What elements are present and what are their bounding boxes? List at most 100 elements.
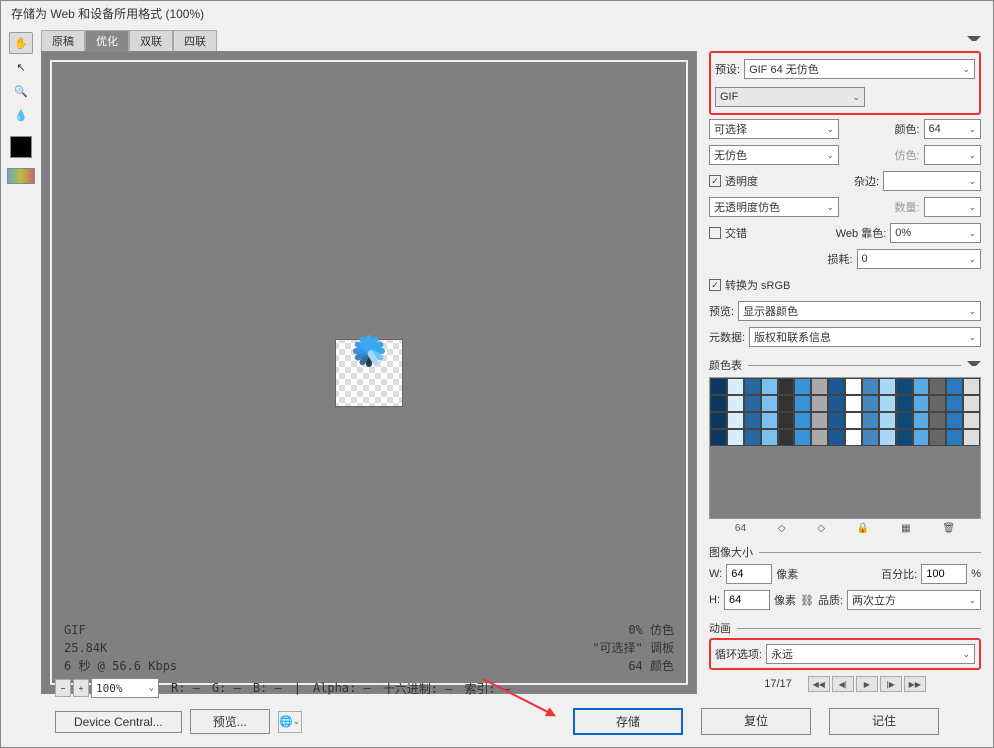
color-swatch[interactable]: [845, 378, 862, 395]
zoom-out-button[interactable]: −: [55, 679, 71, 697]
ct-trash-icon[interactable]: 🗑: [942, 523, 955, 534]
preview-button[interactable]: 预览...: [190, 709, 270, 734]
color-swatch[interactable]: [896, 429, 913, 446]
height-input[interactable]: [724, 590, 770, 610]
metadata-select[interactable]: 版权和联系信息⌄: [749, 327, 981, 347]
format-select[interactable]: GIF⌄: [715, 87, 865, 107]
loop-select[interactable]: 永远⌄: [766, 644, 975, 664]
color-swatch[interactable]: [727, 378, 744, 395]
save-button[interactable]: 存储: [573, 708, 683, 735]
ct-icon-2[interactable]: ◇: [817, 523, 825, 534]
color-swatch[interactable]: [913, 412, 930, 429]
color-swatch[interactable]: [913, 395, 930, 412]
color-swatch[interactable]: [862, 395, 879, 412]
width-input[interactable]: [726, 564, 772, 584]
color-swatch[interactable]: [946, 395, 963, 412]
color-swatch[interactable]: [963, 395, 980, 412]
srgb-checkbox[interactable]: ✓: [709, 279, 721, 291]
color-swatch[interactable]: [828, 412, 845, 429]
color-swatch[interactable]: [710, 412, 727, 429]
color-swatch[interactable]: [710, 429, 727, 446]
color-swatch[interactable]: [710, 395, 727, 412]
color-swatch[interactable]: [811, 429, 828, 446]
ct-icon-1[interactable]: ◇: [778, 523, 786, 534]
color-swatch[interactable]: [811, 378, 828, 395]
zoom-tool[interactable]: 🔍: [9, 80, 33, 102]
percent-input[interactable]: [921, 564, 967, 584]
color-swatch[interactable]: [896, 378, 913, 395]
color-swatch[interactable]: [879, 412, 896, 429]
color-swatch[interactable]: [929, 412, 946, 429]
color-swatch[interactable]: [963, 429, 980, 446]
transparency-dither-select[interactable]: 无透明度仿色⌄: [709, 197, 839, 217]
color-swatch[interactable]: [879, 395, 896, 412]
color-swatch[interactable]: [778, 395, 795, 412]
lossy-input[interactable]: 0⌄: [857, 249, 981, 269]
color-swatch[interactable]: [727, 395, 744, 412]
color-swatch[interactable]: [946, 429, 963, 446]
reset-button[interactable]: 复位: [701, 708, 811, 735]
slice-select-tool[interactable]: ↖: [9, 56, 33, 78]
matte-select[interactable]: ⌄: [883, 171, 981, 191]
colortable-menu-icon[interactable]: [967, 359, 981, 371]
quality-select[interactable]: 两次立方⌄: [847, 590, 981, 610]
transparency-checkbox[interactable]: ✓: [709, 175, 721, 187]
link-icon[interactable]: ⛓: [800, 594, 814, 607]
tab-four-up[interactable]: 四联: [173, 30, 217, 51]
preview-profile-select[interactable]: 显示器颜色⌄: [738, 301, 981, 321]
color-swatch[interactable]: [946, 378, 963, 395]
color-swatch[interactable]: [811, 412, 828, 429]
color-swatch[interactable]: [862, 429, 879, 446]
zoom-in-button[interactable]: +: [73, 679, 89, 697]
color-swatch[interactable]: [828, 395, 845, 412]
colors-input[interactable]: 64⌄: [924, 119, 981, 139]
color-swatch[interactable]: [727, 412, 744, 429]
slice-visibility-toggle[interactable]: [7, 168, 35, 184]
color-swatch[interactable]: [913, 429, 930, 446]
color-swatch[interactable]: [794, 412, 811, 429]
ct-icon-4[interactable]: ▦: [901, 523, 910, 534]
color-swatch[interactable]: [913, 378, 930, 395]
color-swatch[interactable]: [744, 378, 761, 395]
device-central-button[interactable]: Device Central...: [55, 711, 182, 733]
color-swatch[interactable]: [896, 412, 913, 429]
websnap-input[interactable]: 0%⌄: [890, 223, 981, 243]
tab-two-up[interactable]: 双联: [129, 30, 173, 51]
zoom-select[interactable]: 100%⌄: [91, 678, 159, 698]
color-swatch[interactable]: [862, 378, 879, 395]
eyedropper-tool[interactable]: 💧: [9, 104, 33, 126]
color-swatch[interactable]: [761, 412, 778, 429]
color-swatch[interactable]: [811, 395, 828, 412]
color-table[interactable]: [709, 377, 981, 519]
color-swatch[interactable]: [828, 429, 845, 446]
color-swatch[interactable]: [761, 395, 778, 412]
color-swatch[interactable]: [946, 412, 963, 429]
color-swatch[interactable]: [845, 395, 862, 412]
color-swatch[interactable]: [862, 412, 879, 429]
color-swatch[interactable]: [879, 378, 896, 395]
color-swatch[interactable]: [761, 429, 778, 446]
color-swatch[interactable]: [896, 395, 913, 412]
color-swatch[interactable]: [710, 378, 727, 395]
color-swatch[interactable]: [929, 395, 946, 412]
color-swatch[interactable]: [761, 378, 778, 395]
color-swatch[interactable]: [778, 429, 795, 446]
color-swatch[interactable]: [744, 429, 761, 446]
preset-select[interactable]: GIF 64 无仿色⌄: [744, 59, 975, 79]
color-swatch[interactable]: [794, 429, 811, 446]
browser-preview-select[interactable]: 🌐⌄: [278, 711, 302, 733]
color-swatch[interactable]: [744, 395, 761, 412]
color-swatch[interactable]: [845, 412, 862, 429]
interlace-checkbox[interactable]: [709, 227, 721, 239]
color-swatch[interactable]: [727, 429, 744, 446]
tab-optimized[interactable]: 优化: [85, 30, 129, 51]
color-swatch[interactable]: [744, 412, 761, 429]
hand-tool[interactable]: ✋: [9, 32, 33, 54]
color-swatch[interactable]: [845, 429, 862, 446]
foreground-color-swatch[interactable]: [10, 136, 32, 158]
color-swatch[interactable]: [879, 429, 896, 446]
preview-canvas[interactable]: GIF 25.84K 6 秒 @ 56.6 Kbps 0% 仿色 "可选择" 调…: [41, 51, 697, 694]
flyout-menu-icon[interactable]: [967, 34, 981, 46]
color-swatch[interactable]: [778, 378, 795, 395]
color-swatch[interactable]: [828, 378, 845, 395]
